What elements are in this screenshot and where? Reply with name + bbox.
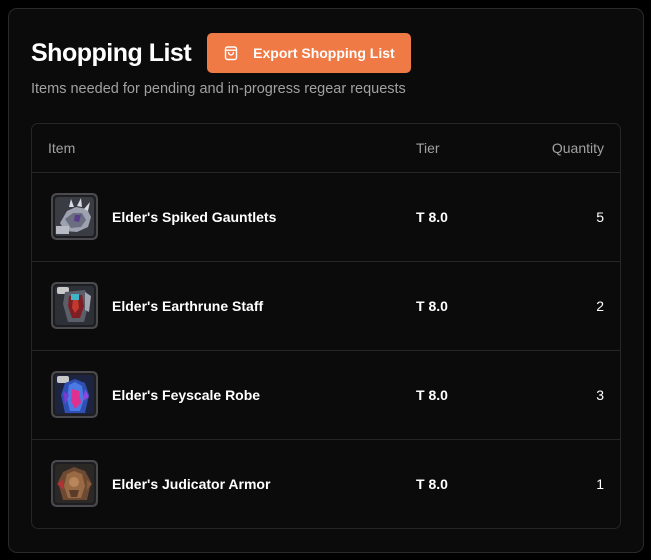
table-row: Elder's Judicator Armor T 8.0 1 <box>32 440 620 528</box>
column-header-item: Item <box>48 140 76 156</box>
table-row: Elder's Feyscale Robe T 8.0 3 <box>32 351 620 440</box>
item-tier: T 8.0 <box>416 387 448 403</box>
shopping-list-card: Shopping List Export Shopping List Items… <box>8 8 644 553</box>
judicator-armor-icon <box>51 460 98 507</box>
item-name: Elder's Spiked Gauntlets <box>112 209 277 225</box>
item-tier: T 8.0 <box>416 298 448 314</box>
feyscale-robe-icon <box>51 371 98 418</box>
export-button-label: Export Shopping List <box>253 45 395 61</box>
item-name: Elder's Judicator Armor <box>112 476 271 492</box>
item-quantity: 3 <box>596 387 604 403</box>
table-row: Elder's Spiked Gauntlets T 8.0 5 <box>32 173 620 262</box>
shopping-bag-icon <box>223 45 239 61</box>
item-quantity: 2 <box>596 298 604 314</box>
item-name: Elder's Earthrune Staff <box>112 298 264 314</box>
spiked-gauntlets-icon <box>51 193 98 240</box>
earthrune-staff-icon <box>51 282 98 329</box>
table-row: Elder's Earthrune Staff T 8.0 2 <box>32 262 620 351</box>
item-quantity: 5 <box>596 209 604 225</box>
page-subtitle: Items needed for pending and in-progress… <box>31 81 406 97</box>
item-quantity: 1 <box>596 476 604 492</box>
item-tier: T 8.0 <box>416 209 448 225</box>
shopping-list-table: Item Tier Quantity Elder's Spiked Gauntl… <box>31 123 621 529</box>
item-name: Elder's Feyscale Robe <box>112 387 261 403</box>
column-header-tier: Tier <box>416 140 440 156</box>
page-title: Shopping List <box>31 38 192 67</box>
table-header-row: Item Tier Quantity <box>32 124 620 173</box>
export-shopping-list-button[interactable]: Export Shopping List <box>207 33 411 73</box>
column-header-quantity: Quantity <box>551 140 604 156</box>
item-tier: T 8.0 <box>416 476 448 492</box>
header: Shopping List Export Shopping List <box>31 33 411 73</box>
